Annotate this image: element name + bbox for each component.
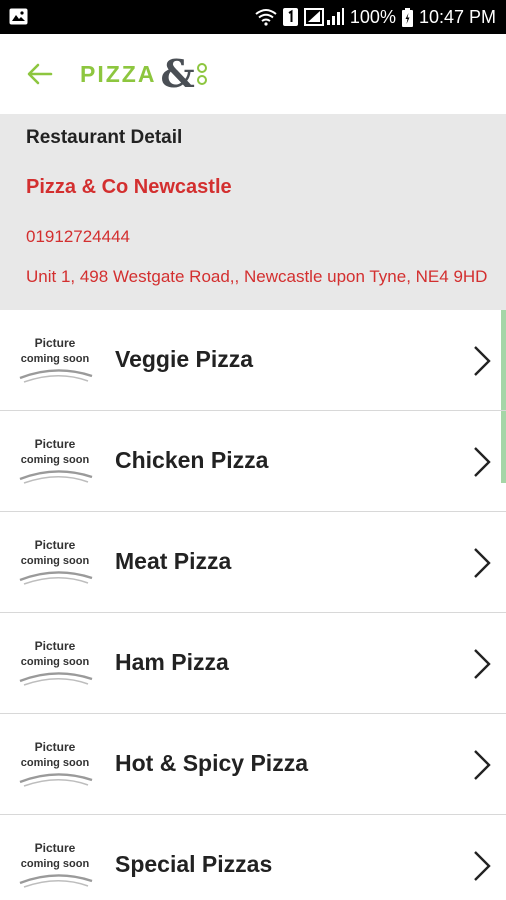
category-label: Hot & Spicy Pizza (115, 750, 308, 776)
category-list[interactable]: Picture coming soon Veggie Pizza Picture… (0, 310, 506, 900)
chevron-right-icon (474, 649, 491, 679)
category-item-ham-pizza[interactable]: Picture coming soon Ham Pizza (0, 613, 506, 714)
category-item-chicken-pizza[interactable]: Picture coming soon Chicken Pizza (0, 411, 506, 512)
picture-coming-soon-image: Picture coming soon (14, 433, 96, 491)
chevron-right-icon (474, 750, 491, 780)
arrow-left-icon (27, 63, 53, 85)
restaurant-details: Restaurant Detail Pizza & Co Newcastle 0… (0, 114, 506, 310)
clock: 10:47 PM (418, 6, 496, 27)
picture-coming-soon-image: Picture coming soon (14, 635, 96, 693)
chevron-right-icon (474, 548, 491, 578)
battery-icon (401, 7, 413, 27)
picture-coming-soon-image: Picture coming soon (14, 332, 96, 390)
pizza-and-co-logo: PIZZA & (80, 50, 207, 98)
category-label: Meat Pizza (115, 548, 232, 574)
category-label: Ham Pizza (115, 649, 229, 675)
category-label: Veggie Pizza (115, 346, 254, 372)
category-label: Chicken Pizza (115, 447, 269, 473)
chevron-right-icon (474, 346, 491, 376)
picture-coming-soon-image: Picture coming soon (14, 534, 96, 592)
section-label: Restaurant Detail (26, 127, 183, 148)
category-item-hot-spicy-pizza[interactable]: Picture coming soon Hot & Spicy Pizza (0, 714, 506, 815)
category-item-veggie-pizza[interactable]: Picture coming soon Veggie Pizza (0, 310, 506, 411)
status-bar: 100% 10:47 PM (0, 0, 506, 34)
chevron-right-icon (474, 851, 491, 881)
picture-coming-soon-image: Picture coming soon (14, 837, 96, 895)
chevron-right-icon (474, 447, 491, 477)
battery-percent: 100% (349, 6, 396, 27)
app-bar: PIZZA & (0, 34, 506, 114)
wifi-icon (255, 8, 277, 26)
restaurant-phone[interactable]: 01912724444 (26, 227, 130, 247)
category-item-special-pizzas[interactable]: Picture coming soon Special Pizzas (0, 815, 506, 900)
signal-icon (303, 7, 344, 27)
restaurant-name: Pizza & Co Newcastle (26, 176, 232, 198)
picture-coming-soon-image: Picture coming soon (14, 736, 96, 794)
image-icon (9, 8, 28, 25)
restaurant-address: Unit 1, 498 Westgate Road,, Newcastle up… (26, 267, 488, 286)
category-label: Special Pizzas (115, 851, 273, 877)
sim-1-icon (282, 8, 298, 26)
category-item-meat-pizza[interactable]: Picture coming soon Meat Pizza (0, 512, 506, 613)
back-button[interactable] (22, 56, 58, 92)
